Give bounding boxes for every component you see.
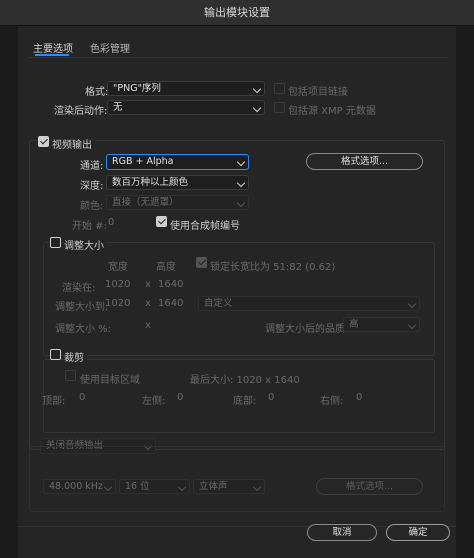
audio-format-options-button[interactable]: 格式选项... [316,478,423,495]
resize-to-width[interactable]: 1020 [105,298,130,309]
chevron-down-icon [252,103,262,113]
lock-aspect-checkbox[interactable] [196,257,207,268]
resize-preset-select[interactable]: 自定义 [198,296,420,311]
depth-label: 深度: [80,181,104,192]
resize-to-x: x [145,298,151,309]
render-at-x: x [145,279,151,290]
crop-left-value[interactable]: 0 [177,392,183,403]
include-xmp-checkbox[interactable] [274,102,285,113]
use-roi-checkbox[interactable] [65,370,76,381]
chevron-down-icon [236,198,246,208]
channels-value: RGB + Alpha [112,156,174,167]
depth-select[interactable]: 数百万种以上颜色 [106,175,249,190]
resize-preset-value: 自定义 [204,298,233,309]
crop-right-label: 右侧: [320,396,344,407]
audio-channels-select[interactable]: 立体声 [193,479,265,494]
window-title: 输出模块设置 [0,0,474,26]
ok-button[interactable]: 确定 [386,524,450,541]
color-value: 直接（无遮罩） [112,197,179,208]
include-xmp-label: 包括源 XMP 元数据 [288,106,376,117]
video-output-checkbox[interactable] [38,136,49,147]
use-roi-label: 使用目标区域 [80,375,140,386]
active-tab-indicator [35,54,69,56]
audio-rate-value: 48.000 kHz [49,481,103,492]
height-header: 高度 [156,262,176,273]
crop-bottom-value[interactable]: 0 [268,392,274,403]
chevron-down-icon [103,482,113,492]
chevron-down-icon [177,482,187,492]
start-frame-label: 开始 #: [72,221,107,232]
start-frame-value[interactable]: 0 [108,217,114,228]
tab-divider [28,57,448,58]
crop-title: 裁剪 [64,349,87,364]
lock-aspect-label: 锁定长宽比为 51:82 (0.62) [210,262,336,273]
render-at-label: 渲染在: [62,283,96,294]
resize-percent-x: x [145,320,151,331]
color-label: 颜色: [80,201,104,212]
chevron-down-icon [407,320,417,330]
chevron-down-icon [407,299,417,309]
audio-bits-select[interactable]: 16 位 [119,479,190,494]
format-label: 格式: [85,87,109,98]
tab-color-management[interactable]: 色彩管理 [90,40,130,55]
use-comp-frame-label: 使用合成帧编号 [170,221,240,232]
output-module-settings-dialog: 主要选项 色彩管理 格式: "PNG"序列 包括项目链接 渲染后动作: 无 包括… [18,26,456,558]
resize-quality-value: 高 [349,319,359,330]
tab-main-options[interactable]: 主要选项 [33,40,73,55]
include-project-link-label: 包括项目链接 [288,87,348,98]
resize-percent-label: 调整大小 %: [55,324,112,335]
audio-rate-select[interactable]: 48.000 kHz [43,479,116,494]
chevron-down-icon [252,482,262,492]
crop-bottom-label: 底部: [233,396,257,407]
chevron-down-icon [252,84,262,94]
final-size-label: 最后大小: 1020 x 1640 [190,375,300,386]
audio-bits-value: 16 位 [125,481,150,492]
render-at-width: 1020 [105,279,131,290]
resize-checkbox[interactable] [50,237,61,248]
cancel-button[interactable]: 取消 [307,524,377,541]
crop-left-label: 左侧: [142,396,166,407]
format-value: "PNG"序列 [113,83,161,94]
resize-quality-select[interactable]: 高 [343,317,420,332]
post-render-select[interactable]: 无 [107,100,265,115]
chevron-down-icon [236,157,246,167]
post-render-value: 无 [113,102,123,113]
audio-channels-value: 立体声 [199,481,228,492]
video-output-title: 视频输出 [52,136,95,151]
color-select[interactable]: 直接（无遮罩） [106,195,249,210]
post-render-label: 渲染后动作: [54,106,108,117]
resize-quality-label: 调整大小后的品质: [265,324,349,335]
depth-value: 数百万种以上颜色 [112,177,189,188]
include-project-link-checkbox[interactable] [274,83,285,94]
render-at-height: 1640 [158,279,184,290]
chevron-down-icon [236,178,246,188]
resize-title: 调整大小 [64,237,107,252]
resize-to-label: 调整大小到: [55,302,109,313]
crop-top-label: 顶部: [42,396,66,407]
channels-select[interactable]: RGB + Alpha [106,154,249,170]
use-comp-frame-checkbox[interactable] [156,216,167,227]
channels-label: 通道: [80,161,104,172]
video-format-options-button[interactable]: 格式选项... [306,153,423,170]
crop-top-value[interactable]: 0 [79,392,85,403]
format-select[interactable]: "PNG"序列 [107,81,265,96]
crop-right-value[interactable]: 0 [356,392,362,403]
resize-to-height[interactable]: 1640 [158,298,183,309]
crop-checkbox[interactable] [50,349,61,360]
width-header: 宽度 [108,262,128,273]
